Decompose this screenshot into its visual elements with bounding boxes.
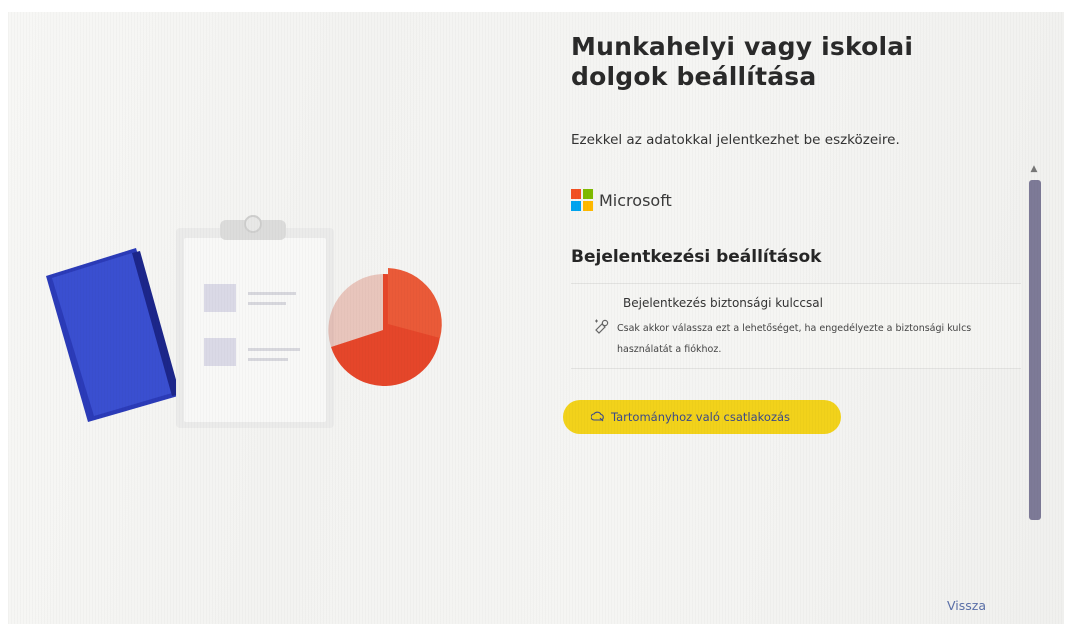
pie-chart-illustration — [328, 268, 442, 386]
scroll-up-arrow-icon[interactable]: ▲ — [1029, 164, 1039, 176]
security-key-icon — [595, 319, 609, 334]
brand-name: Microsoft — [599, 190, 672, 210]
signin-panel: Microsoft Bejelentkezési beállítások Bej… — [563, 175, 1026, 555]
notebook-illustration — [46, 248, 180, 422]
microsoft-brand: Microsoft — [571, 189, 672, 211]
security-key-option[interactable]: Bejelentkezés biztonsági kulccsal Csak a… — [571, 283, 1021, 369]
security-key-option-title: Bejelentkezés biztonsági kulccsal — [623, 296, 823, 310]
back-button[interactable]: Vissza — [947, 598, 986, 613]
page-subtitle: Ezekkel az adatokkal jelentkezhet be esz… — [571, 132, 900, 148]
oobe-screen: Munkahelyi vagy iskolai dolgok beállítás… — [8, 12, 1064, 624]
scrollbar[interactable]: ▲ — [1027, 164, 1041, 524]
illustration — [46, 215, 442, 428]
join-domain-button[interactable]: Tartományhoz való csatlakozás — [563, 400, 841, 434]
microsoft-logo-icon — [571, 189, 593, 211]
join-domain-label: Tartományhoz való csatlakozás — [611, 410, 791, 424]
domain-join-icon — [591, 411, 604, 422]
security-key-option-description: Csak akkor válassza ezt a lehetőséget, h… — [617, 323, 972, 355]
scroll-thumb[interactable] — [1029, 180, 1041, 520]
page-title: Munkahelyi vagy iskolai dolgok beállítás… — [571, 32, 914, 91]
signin-options-title: Bejelentkezési beállítások — [571, 247, 822, 267]
clipboard-illustration — [176, 215, 334, 428]
